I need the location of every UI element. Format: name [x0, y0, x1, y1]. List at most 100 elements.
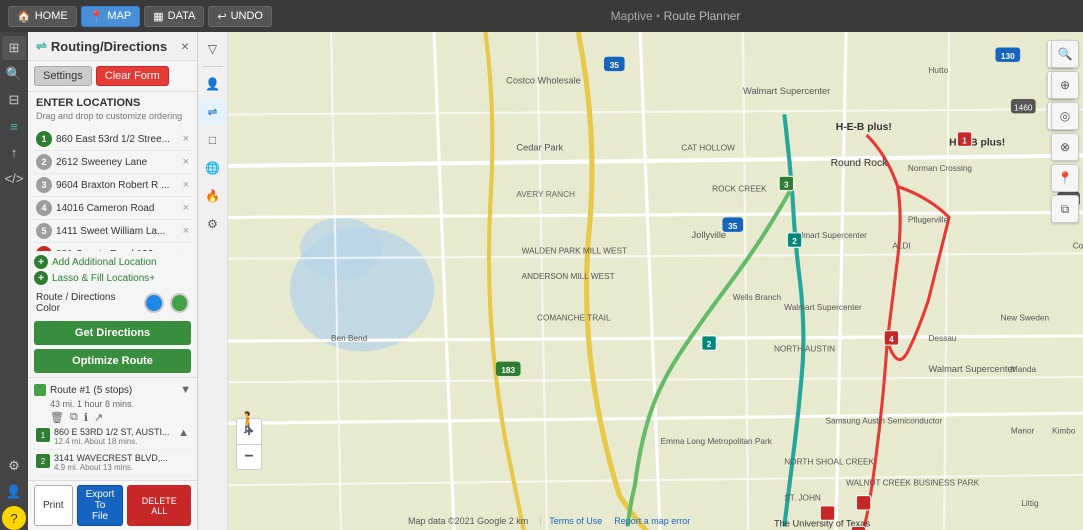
topbar: 🏠 HOME 📍 MAP ▦ DATA ↩ UNDO Maptive • Rou… [0, 0, 1083, 32]
stop-item: 1 860 E 53RD 1/2 ST, AUSTI... 12.4 mi. A… [34, 424, 191, 450]
help-icon[interactable]: ? [2, 506, 26, 530]
svg-text:Walmart Supercenter: Walmart Supercenter [743, 86, 830, 96]
svg-text:Hutto: Hutto [928, 66, 948, 75]
remove-location-icon[interactable]: × [183, 156, 189, 168]
location-number: 3 [36, 177, 52, 193]
remove-location-icon[interactable]: × [183, 202, 189, 214]
pegman-icon[interactable]: 🚶 [236, 410, 261, 435]
user-icon-bottom[interactable]: 👤 [2, 480, 26, 504]
svg-text:Costco Wholesale: Costco Wholesale [506, 76, 581, 86]
location-number: 1 [36, 131, 52, 147]
search-map-button[interactable]: 🔍 [1051, 40, 1079, 68]
tool-shape[interactable]: □ [200, 127, 226, 153]
zoom-out-button[interactable]: − [236, 444, 262, 470]
svg-text:Coup...: Coup... [1073, 241, 1083, 250]
location-button[interactable]: ◎ [1051, 102, 1079, 130]
stop-details: 860 E 53RD 1/2 ST, AUSTI... 12.4 mi. Abo… [54, 427, 170, 446]
route-trash-icon[interactable]: 🗑 [50, 411, 64, 424]
tool-filter[interactable]: ▽ [200, 36, 226, 62]
route-share-icon[interactable]: ↗ [94, 411, 103, 424]
svg-text:NORTH SHOAL CREEK: NORTH SHOAL CREEK [784, 458, 874, 467]
svg-text:4: 4 [889, 335, 894, 344]
color-swatch-blue[interactable] [144, 293, 163, 313]
svg-text:WALDEN PARK MILL WEST: WALDEN PARK MILL WEST [522, 246, 627, 255]
svg-text:Littig: Littig [1021, 499, 1039, 508]
color-swatch-green[interactable] [170, 293, 189, 313]
undo-icon: ↩ [217, 10, 226, 23]
close-button[interactable]: × [181, 38, 189, 54]
route-copy-icon[interactable]: ⧉ [70, 411, 78, 424]
route-info-icon[interactable]: ℹ [84, 411, 88, 424]
svg-text:H-E-B plus!: H-E-B plus! [949, 137, 1005, 148]
tool-globe[interactable]: 🌐 [200, 155, 226, 181]
tool-user[interactable]: 👤 [200, 71, 226, 97]
home-button[interactable]: 🏠 HOME [8, 6, 77, 27]
stop-expand-icon[interactable]: ▲ [178, 427, 189, 439]
tool-heat[interactable]: 🔥 [200, 183, 226, 209]
svg-text:CAT HOLLOW: CAT HOLLOW [681, 143, 735, 152]
route-info: 43 mi. 1 hour 8 mins. [34, 399, 191, 409]
clear-button[interactable]: Clear Form [96, 66, 169, 86]
svg-text:H-E-B plus!: H-E-B plus! [836, 122, 892, 133]
action-buttons: Get Directions Optimize Route [28, 317, 197, 377]
data-label: DATA [168, 10, 196, 22]
svg-text:Emma Long Metropolitan Park: Emma Long Metropolitan Park [661, 437, 773, 446]
upload-icon[interactable]: ↑ [2, 140, 26, 164]
terms-link[interactable]: Terms of Use [540, 516, 602, 526]
stop-number: 1 [36, 428, 50, 442]
filter-icon[interactable]: ⊟ [2, 88, 26, 112]
route-icon-left[interactable]: ≡ [2, 114, 26, 138]
location-text: 1411 Sweet William La... [56, 226, 179, 237]
route-icons: 🗑 ⧉ ℹ ↗ [34, 409, 191, 424]
location-number: 5 [36, 223, 52, 239]
measure-button[interactable]: ⊗ [1051, 133, 1079, 161]
zoom-map-button[interactable]: ⊕ [1051, 71, 1079, 99]
search-icon[interactable]: 🔍 [2, 62, 26, 86]
location-text: 14016 Cameron Road [56, 203, 179, 214]
tool-route[interactable]: ⇌ [200, 99, 226, 125]
tool-settings[interactable]: ⚙ [200, 211, 226, 237]
route-label-text: Route #1 (5 stops) [50, 385, 132, 396]
delete-all-button[interactable]: DELETE ALL [127, 485, 191, 526]
map-button[interactable]: 📍 MAP [81, 6, 141, 27]
stop-distance: 12.4 mi. About 18 mins. [54, 437, 170, 446]
remove-location-icon[interactable]: × [183, 133, 189, 145]
left-icon-bar: ⊞ 🔍 ⊟ ≡ ↑ </> ⚙ 👤 ? [0, 32, 28, 530]
add-location-button[interactable]: + Add Additional Location [34, 255, 191, 269]
pin-button[interactable]: 📍 [1051, 164, 1079, 192]
report-link[interactable]: Report a map error [614, 516, 690, 526]
route-header: Route #1 (5 stops) ▼ [34, 382, 191, 398]
svg-text:183: 183 [501, 366, 515, 375]
svg-text:AVERY RANCH: AVERY RANCH [516, 190, 575, 199]
location-list: 1 860 East 53rd 1/2 Stree... × 2 2612 Sw… [28, 128, 197, 251]
screenshot-button[interactable]: ⧉ [1051, 195, 1079, 223]
get-directions-button[interactable]: Get Directions [34, 321, 191, 345]
svg-text:Ben Bend: Ben Bend [331, 334, 368, 343]
data-icon: ▦ [153, 10, 163, 23]
svg-text:ALDI: ALDI [892, 241, 910, 250]
lasso-icon: + [34, 271, 48, 285]
settings-bottom-icon[interactable]: ⚙ [2, 454, 26, 478]
main-content: ⊞ 🔍 ⊟ ≡ ↑ </> ⚙ 👤 ? ⇌ Routing/Directions… [0, 32, 1083, 530]
svg-text:1: 1 [962, 136, 967, 145]
map-area[interactable]: 35 35 183 130 1460 977 Costco Wholesale … [228, 32, 1083, 530]
lasso-fill-button[interactable]: + Lasso & Fill Locations+ [34, 271, 191, 285]
layers-icon[interactable]: ⊞ [2, 36, 26, 60]
code-icon[interactable]: </> [2, 166, 26, 190]
svg-text:130: 130 [1001, 52, 1015, 61]
app-right-controls: 🔍 ⊕ ◎ ⊗ 📍 ⧉ [1051, 40, 1079, 223]
location-number: 4 [36, 200, 52, 216]
svg-text:2: 2 [707, 340, 712, 349]
data-button[interactable]: ▦ DATA [144, 6, 204, 27]
print-button[interactable]: Print [34, 485, 73, 526]
svg-text:2: 2 [792, 237, 797, 246]
remove-location-icon[interactable]: × [183, 225, 189, 237]
settings-button[interactable]: Settings [34, 66, 92, 86]
remove-location-icon[interactable]: × [183, 179, 189, 191]
svg-text:Dessau: Dessau [928, 334, 956, 343]
export-button[interactable]: Export To File [77, 485, 124, 526]
svg-text:NORTH AUSTIN: NORTH AUSTIN [774, 344, 835, 353]
undo-button[interactable]: ↩ UNDO [208, 6, 272, 27]
route-expand-icon[interactable]: ▼ [180, 384, 191, 396]
optimize-route-button[interactable]: Optimize Route [34, 349, 191, 373]
